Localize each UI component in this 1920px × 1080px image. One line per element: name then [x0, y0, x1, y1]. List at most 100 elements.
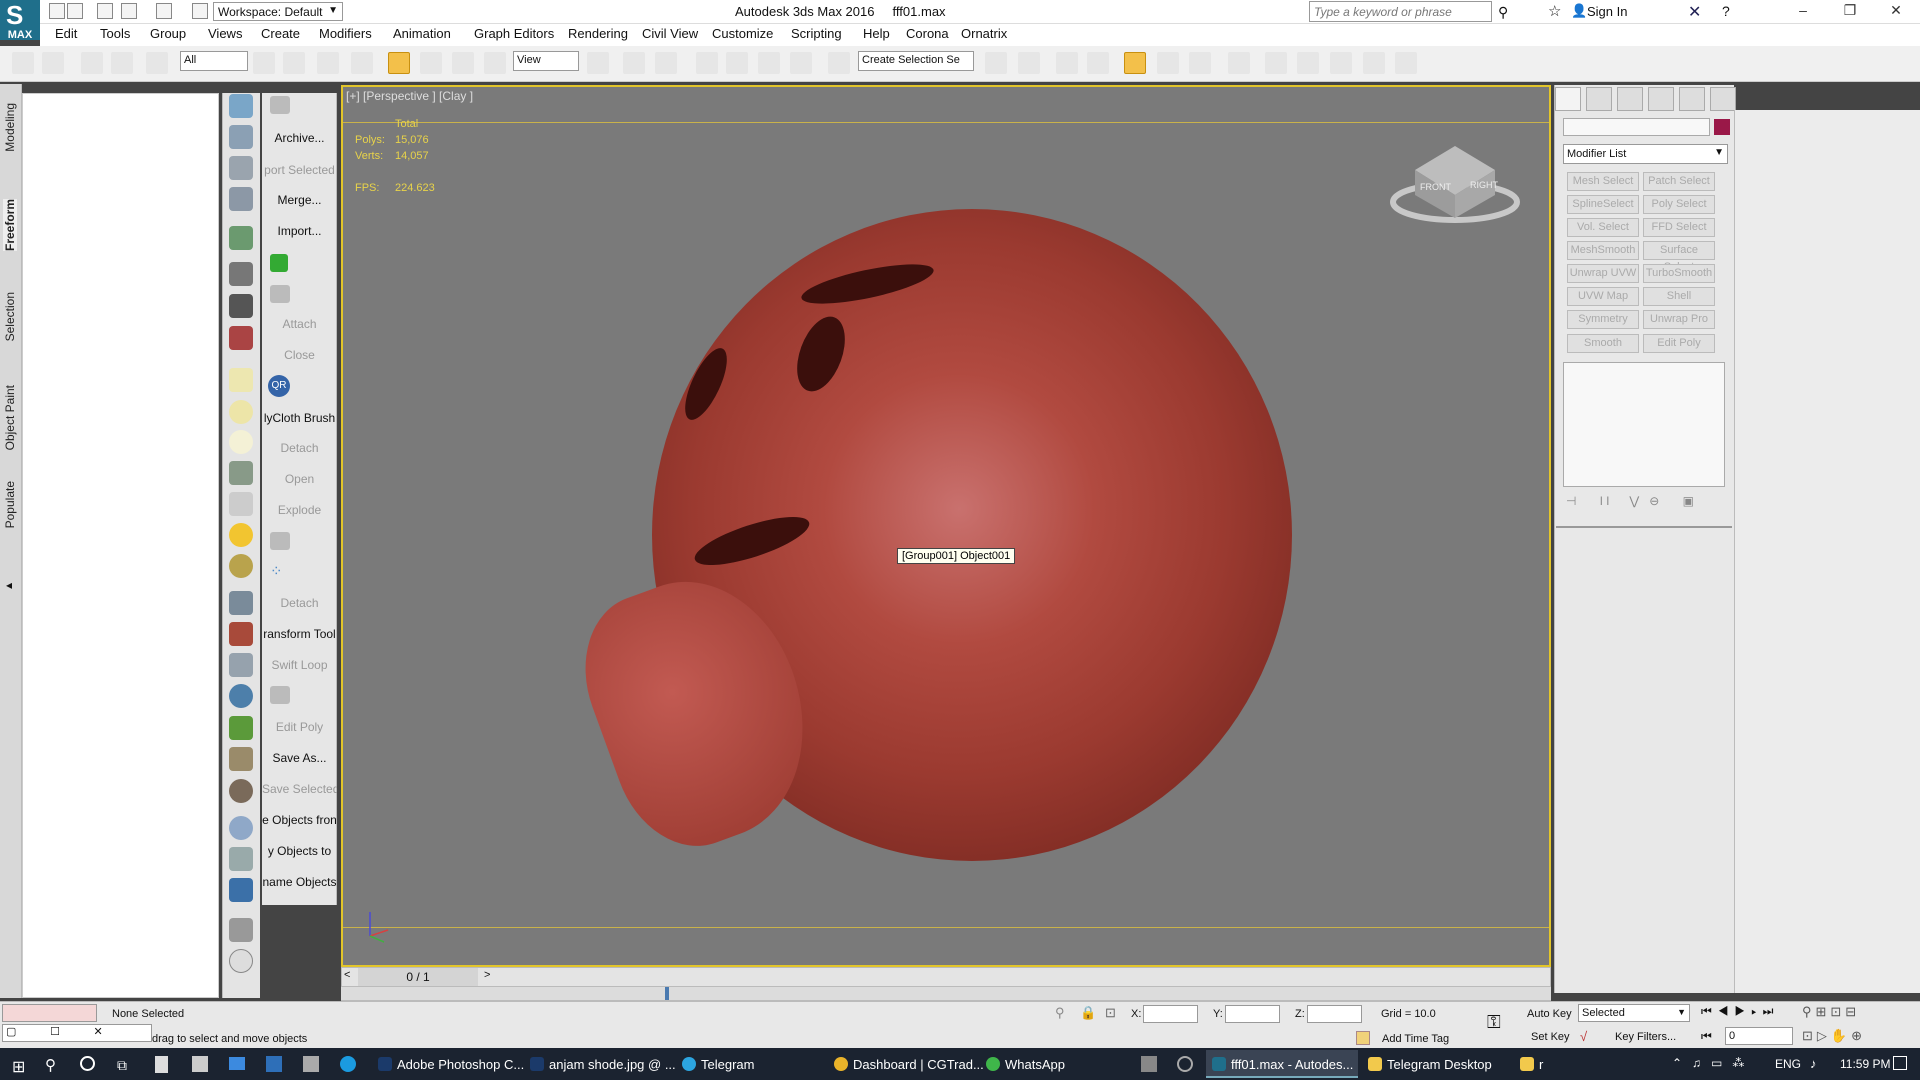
bind-spacewarp-icon[interactable] — [146, 52, 168, 74]
shell-button[interactable]: Shell — [1643, 287, 1715, 306]
redo-icon[interactable] — [42, 52, 64, 74]
search-input[interactable]: Type a keyword or phrase — [1309, 1, 1492, 22]
workspace-dropdown[interactable]: Workspace: Default ▼ — [213, 2, 343, 21]
swift-loop-button[interactable]: Swift Loop — [262, 658, 337, 672]
explode-button[interactable]: Explode — [262, 503, 337, 517]
mail-icon[interactable] — [229, 1057, 245, 1070]
undo-icon[interactable] — [12, 52, 34, 74]
scene-explorer-icon[interactable] — [1056, 52, 1078, 74]
script-icon[interactable] — [229, 622, 253, 646]
selection-filter-dropdown[interactable]: All — [180, 51, 248, 71]
turbosmooth-button[interactable]: TurboSmooth — [1643, 264, 1715, 283]
sun-icon[interactable] — [229, 523, 253, 547]
meshsmooth-button[interactable]: MeshSmooth — [1567, 241, 1639, 260]
uvw-map-button[interactable]: UVW Map — [1567, 287, 1639, 306]
script-icon[interactable] — [229, 816, 253, 840]
qr-code-icon[interactable]: QR — [268, 375, 290, 397]
edit-poly-button[interactable]: Edit Poly — [1643, 334, 1715, 353]
layer-explorer-icon[interactable] — [1087, 52, 1109, 74]
explorer-icon[interactable] — [266, 1056, 282, 1072]
current-frame-field[interactable]: 0 — [1725, 1027, 1793, 1045]
viewport-label[interactable]: [+] [Perspective ] [Clay ] — [346, 89, 473, 103]
script-icon[interactable] — [229, 156, 253, 180]
maxscript-listener[interactable] — [2, 1004, 97, 1022]
tab-modeling[interactable]: Modeling — [3, 103, 17, 152]
menu-scripting[interactable]: Scripting — [791, 26, 842, 41]
export-selected-button[interactable]: port Selected — [262, 163, 337, 177]
object-color-swatch[interactable] — [1714, 119, 1730, 135]
tab-populate[interactable]: Populate — [3, 481, 17, 528]
scene-explorer-panel[interactable] — [22, 93, 219, 998]
tab-freeform[interactable]: Freeform — [3, 199, 17, 252]
menu-group[interactable]: Group — [150, 26, 186, 41]
script-icon[interactable] — [229, 94, 253, 118]
clock[interactable]: 11:59 PM — [1840, 1057, 1890, 1071]
surface-select-button[interactable]: Surface Select — [1643, 241, 1715, 273]
task-view-icon[interactable]: ⧉ — [117, 1057, 127, 1074]
isolate-icon[interactable]: ⚲ — [1055, 1005, 1065, 1021]
detach-button[interactable]: Detach — [262, 596, 337, 610]
globe-icon[interactable] — [229, 684, 253, 708]
sign-in-link[interactable]: Sign In — [1587, 4, 1627, 19]
restore-button[interactable]: ❐ — [1830, 2, 1870, 22]
y-coordinate-field[interactable] — [1225, 1005, 1280, 1023]
set-key-button[interactable]: Set Key — [1531, 1031, 1570, 1043]
store-icon[interactable] — [192, 1056, 208, 1072]
select-and-move-icon[interactable] — [388, 52, 410, 74]
open-button[interactable]: Open — [262, 472, 337, 486]
help-icon[interactable] — [229, 949, 253, 973]
time-next-icon[interactable]: > — [484, 969, 490, 981]
schematic-view-icon[interactable] — [1189, 52, 1211, 74]
copy-objects-to-button[interactable]: y Objects to — [262, 844, 337, 858]
system-tray-icons[interactable]: ⌃♫▭⁂ — [1672, 1056, 1754, 1070]
render-setup-icon[interactable] — [1265, 52, 1287, 74]
help-icon[interactable]: ? — [1722, 3, 1730, 19]
rendered-frame-window-icon[interactable] — [1297, 52, 1319, 74]
disc-icon[interactable] — [229, 400, 253, 424]
detach-button[interactable]: Detach — [262, 441, 337, 455]
select-and-scale-icon[interactable] — [452, 52, 474, 74]
ribbon-toggle-icon[interactable] — [1124, 52, 1146, 74]
keyboard-shortcut-icon[interactable] — [655, 52, 677, 74]
save-file-icon[interactable] — [97, 3, 113, 19]
key-mode-icon[interactable]: ⏮ — [1701, 1029, 1712, 1044]
script-icon[interactable] — [229, 294, 253, 318]
grass-icon[interactable] — [229, 716, 253, 740]
app-icon[interactable] — [1141, 1056, 1157, 1072]
vol-select-button[interactable]: Vol. Select — [1567, 218, 1639, 237]
modifier-list-dropdown[interactable]: Modifier List ▼ — [1563, 144, 1728, 164]
stack-controls[interactable]: ⊣ ǀ ǀ ⋁ ⊖ ▣ — [1566, 494, 1731, 512]
set-key-mode-icon[interactable]: ⚿ — [1487, 1012, 1501, 1033]
app-icon[interactable] — [303, 1056, 319, 1072]
viewcube-icon[interactable]: FRONT RIGHT — [1390, 140, 1520, 225]
task-chrome[interactable]: Dashboard | CGTrad... — [828, 1050, 990, 1078]
default-tangent-icon[interactable]: √ — [1580, 1029, 1587, 1044]
calculator-icon[interactable] — [155, 1056, 168, 1073]
placement-icon[interactable] — [484, 52, 506, 74]
script-icon[interactable] — [229, 187, 253, 211]
task-telegram[interactable]: Telegram — [676, 1050, 760, 1078]
skype-icon[interactable] — [340, 1056, 356, 1072]
ffd-select-button[interactable]: FFD Select — [1643, 218, 1715, 237]
render-production-icon[interactable] — [1330, 52, 1352, 74]
cortana-icon[interactable] — [80, 1056, 95, 1071]
menu-edit[interactable]: Edit — [55, 26, 77, 41]
import-button[interactable]: Import... — [262, 224, 337, 238]
render-iterative-icon[interactable] — [1363, 52, 1385, 74]
cloth-icon[interactable] — [270, 285, 290, 303]
select-manipulate-icon[interactable] — [623, 52, 645, 74]
unlink-icon[interactable] — [111, 52, 133, 74]
angle-snap-icon[interactable] — [726, 52, 748, 74]
script-icon[interactable] — [229, 326, 253, 350]
project-folder-icon[interactable] — [192, 3, 208, 19]
time-slider[interactable] — [341, 967, 1551, 987]
percent-snap-icon[interactable] — [758, 52, 780, 74]
material-editor-icon[interactable] — [1228, 52, 1250, 74]
script-icon[interactable] — [229, 918, 253, 942]
maxscript-mini-window[interactable]: ▢ ☐ ✕ — [2, 1024, 152, 1042]
menu-corona[interactable]: Corona — [906, 26, 949, 41]
task-photoshop-doc[interactable]: anjam shode.jpg @ ... — [524, 1050, 682, 1078]
motion-tab-icon[interactable] — [1648, 87, 1674, 111]
undo-icon[interactable] — [121, 3, 137, 19]
named-selection-dropdown[interactable]: Create Selection Se — [858, 51, 974, 71]
